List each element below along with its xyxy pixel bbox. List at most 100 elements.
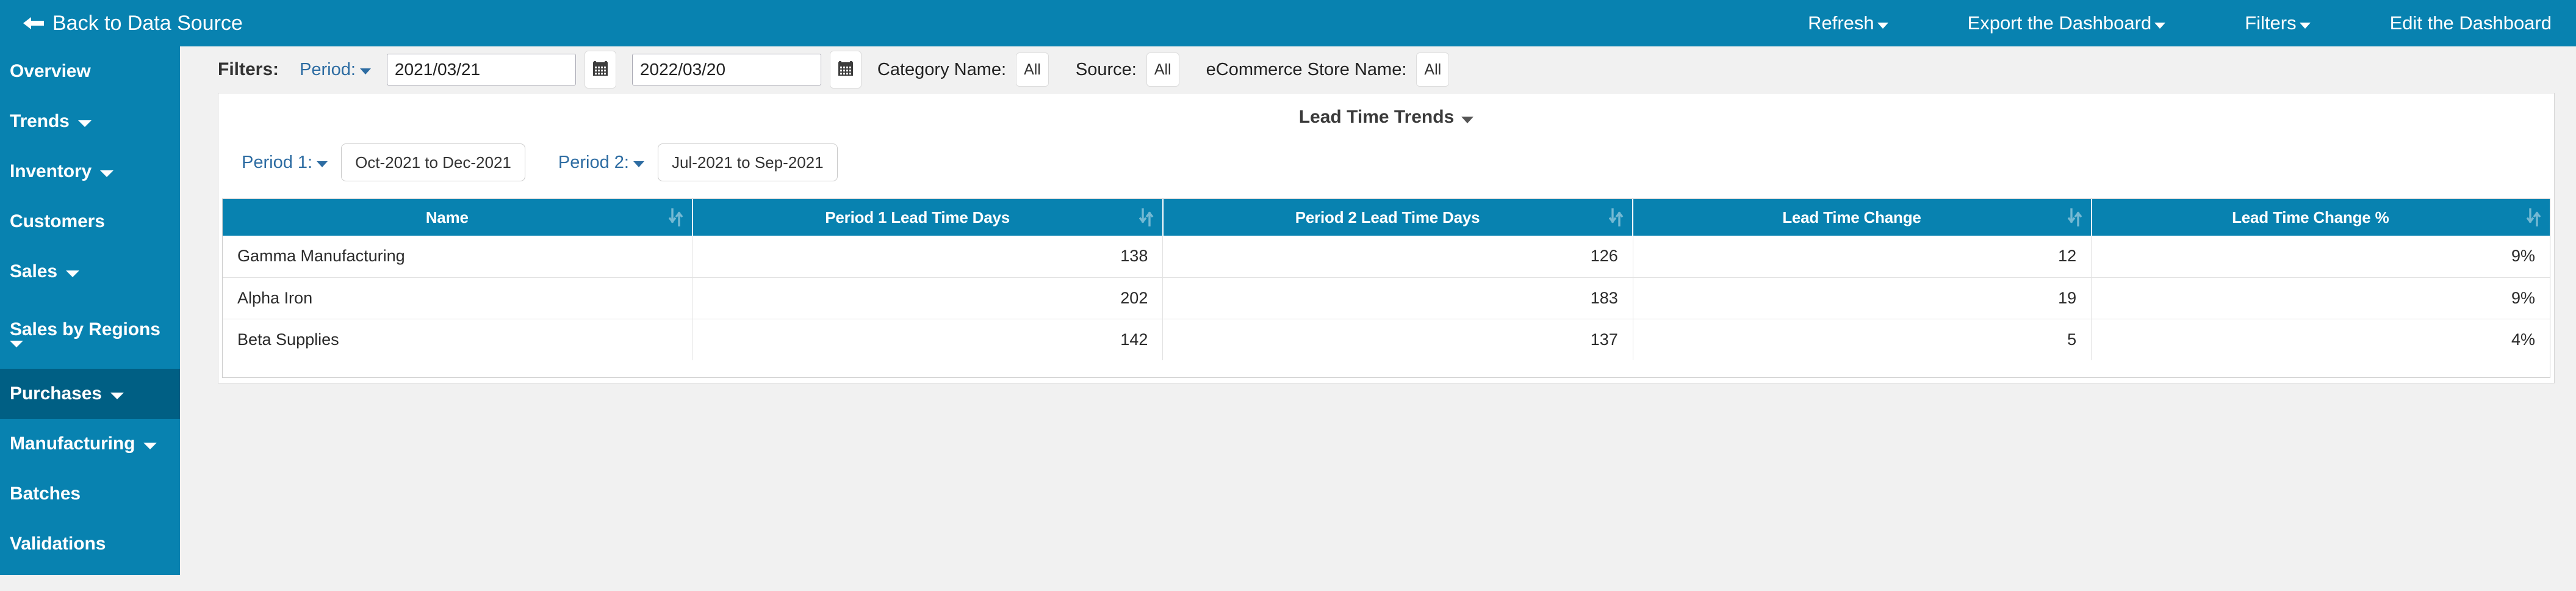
main-content: Filters: Period: 2021/03/21 2022/03/20 C… <box>180 46 2576 591</box>
table-row[interactable]: Alpha Iron 202 183 19 9% <box>223 277 2550 319</box>
table-row[interactable]: Gamma Manufacturing 138 126 12 9% <box>223 236 2550 277</box>
calendar-icon <box>836 59 855 81</box>
source-filter-value: All <box>1154 60 1171 78</box>
date-from-calendar-button[interactable] <box>584 51 616 89</box>
chevron-down-icon <box>359 68 371 74</box>
column-header-period-1-lead-time-days[interactable]: Period 1 Lead Time Days <box>693 199 1164 236</box>
dashboard-app: Back to Data Source Refresh Export the D… <box>0 0 2576 591</box>
sort-updown-icon[interactable] <box>1139 208 1154 227</box>
table-header-row: Name Period 1 Lead Time Days Period 2 Le… <box>223 199 2550 236</box>
filter-bar: Filters: Period: 2021/03/21 2022/03/20 C… <box>180 46 2576 93</box>
sidebar-item-inventory[interactable]: Inventory <box>0 147 180 197</box>
chevron-down-icon <box>1877 23 1888 29</box>
lead-time-trends-card: Lead Time Trends Period 1: Oct-2021 to D… <box>218 93 2555 383</box>
sidebar-item-label: Customers <box>10 211 105 232</box>
table-row[interactable]: Beta Supplies 142 137 5 4% <box>223 318 2550 360</box>
topnav-edit-dashboard[interactable]: Edit the Dashboard <box>2390 12 2552 34</box>
chevron-down-icon <box>1461 116 1474 123</box>
cell-period-1-lead-time-days: 142 <box>693 318 1164 360</box>
period-1-range-button[interactable]: Oct-2021 to Dec-2021 <box>341 143 525 181</box>
cell-lead-time-change-pct: 9% <box>2091 236 2550 277</box>
table-header: Name Period 1 Lead Time Days Period 2 Le… <box>223 199 2550 236</box>
chevron-down-icon <box>65 270 79 277</box>
date-from-input[interactable] <box>386 54 576 85</box>
date-to-calendar-button[interactable] <box>829 51 862 89</box>
sidebar-item-purchases[interactable]: Purchases <box>0 369 180 419</box>
calendar-icon <box>591 59 610 81</box>
back-to-data-source-link[interactable]: Back to Data Source <box>23 12 243 35</box>
period-dropdown[interactable]: Period: <box>300 60 371 80</box>
column-header-lead-time-change[interactable]: Lead Time Change <box>1633 199 2092 236</box>
chevron-down-icon <box>110 392 124 399</box>
sidebar-item-sales[interactable]: Sales <box>0 247 180 297</box>
page-title: Lead Time Trends <box>1298 107 1455 127</box>
sort-updown-icon[interactable] <box>669 208 683 227</box>
category-name-filter-button[interactable]: All <box>1016 53 1049 87</box>
sidebar-item-label: Manufacturing <box>10 433 135 454</box>
sidebar-item-overview[interactable]: Overview <box>0 46 180 96</box>
top-nav: Refresh Export the Dashboard Filters Edi… <box>1729 12 2576 34</box>
ecommerce-store-filter-value: All <box>1424 60 1442 78</box>
period-selector-row: Period 1: Oct-2021 to Dec-2021 Period 2:… <box>242 143 871 181</box>
period-1-range-value: Oct-2021 to Dec-2021 <box>355 153 511 172</box>
ecommerce-store-filter-button[interactable]: All <box>1416 53 1450 87</box>
topnav-filters-label: Filters <box>2245 12 2297 34</box>
column-header-name-label: Name <box>425 208 469 227</box>
bottom-strip <box>0 575 2576 591</box>
period-2-range-button[interactable]: Jul-2021 to Sep-2021 <box>657 143 838 181</box>
column-header-name[interactable]: Name <box>223 199 694 236</box>
period-2-label: Period 2: <box>558 152 629 172</box>
cell-period-1-lead-time-days: 202 <box>693 277 1164 319</box>
ecommerce-store-name-label: eCommerce Store Name: <box>1206 59 1407 79</box>
column-header-period-1-label: Period 1 Lead Time Days <box>825 208 1010 227</box>
sidebar-item-batches[interactable]: Batches <box>0 469 180 519</box>
source-filter-button[interactable]: All <box>1146 53 1179 87</box>
topnav-export-dashboard[interactable]: Export the Dashboard <box>1968 12 2166 34</box>
period-dropdown-label: Period: <box>300 59 356 79</box>
chevron-down-icon <box>317 161 328 167</box>
sidebar-item-label: Batches <box>10 484 81 504</box>
sidebar: Overview Trends Inventory Customers Sale… <box>0 46 180 575</box>
source-label: Source: <box>1075 59 1137 79</box>
period-2-dropdown[interactable]: Period 2: <box>558 153 644 173</box>
column-header-lead-time-change-label: Lead Time Change <box>1782 208 1921 227</box>
category-name-filter-value: All <box>1024 60 1041 78</box>
sidebar-item-manufacturing[interactable]: Manufacturing <box>0 419 180 469</box>
sidebar-item-trends[interactable]: Trends <box>0 96 180 147</box>
table-body: Gamma Manufacturing 138 126 12 9% Alpha … <box>223 236 2550 360</box>
sidebar-item-sales-by-regions[interactable]: Sales by Regions <box>0 297 180 369</box>
sort-updown-icon[interactable] <box>2067 208 2082 227</box>
cell-period-2-lead-time-days: 126 <box>1162 236 1633 277</box>
column-header-lead-time-change-pct-label: Lead Time Change % <box>2232 208 2389 227</box>
cell-lead-time-change: 12 <box>1633 236 2092 277</box>
sidebar-item-validations[interactable]: Validations <box>0 519 180 569</box>
sidebar-item-label: Sales <box>10 261 57 282</box>
chevron-down-icon <box>2154 23 2166 29</box>
cell-lead-time-change-pct: 9% <box>2091 277 2550 319</box>
date-to-input[interactable] <box>631 54 821 85</box>
chevron-down-icon <box>10 341 23 348</box>
sort-updown-icon[interactable] <box>1608 208 1624 227</box>
card-title-dropdown[interactable]: Lead Time Trends <box>218 107 2554 128</box>
sort-updown-icon[interactable] <box>2526 208 2541 227</box>
chevron-down-icon <box>143 442 157 449</box>
sidebar-item-label: Trends <box>10 111 70 132</box>
topnav-filters[interactable]: Filters <box>2245 12 2311 34</box>
category-name-label: Category Name: <box>877 59 1007 79</box>
column-header-lead-time-change-pct[interactable]: Lead Time Change % <box>2091 199 2550 236</box>
cell-period-2-lead-time-days: 137 <box>1162 318 1633 360</box>
cell-name: Gamma Manufacturing <box>223 236 693 277</box>
period-1-dropdown[interactable]: Period 1: <box>242 153 328 173</box>
topnav-refresh-label: Refresh <box>1808 12 1874 34</box>
arrow-left-icon <box>23 15 44 31</box>
cell-period-1-lead-time-days: 138 <box>693 236 1164 277</box>
filters-label: Filters: <box>218 59 279 79</box>
chevron-down-icon <box>633 161 644 167</box>
back-to-data-source-label: Back to Data Source <box>52 11 243 35</box>
column-header-period-2-lead-time-days[interactable]: Period 2 Lead Time Days <box>1162 199 1634 236</box>
topnav-edit-dashboard-label: Edit the Dashboard <box>2389 12 2552 34</box>
sidebar-item-customers[interactable]: Customers <box>0 197 180 247</box>
cell-lead-time-change: 5 <box>1633 318 2092 360</box>
column-header-period-2-label: Period 2 Lead Time Days <box>1295 208 1480 227</box>
topnav-refresh[interactable]: Refresh <box>1808 12 1888 34</box>
